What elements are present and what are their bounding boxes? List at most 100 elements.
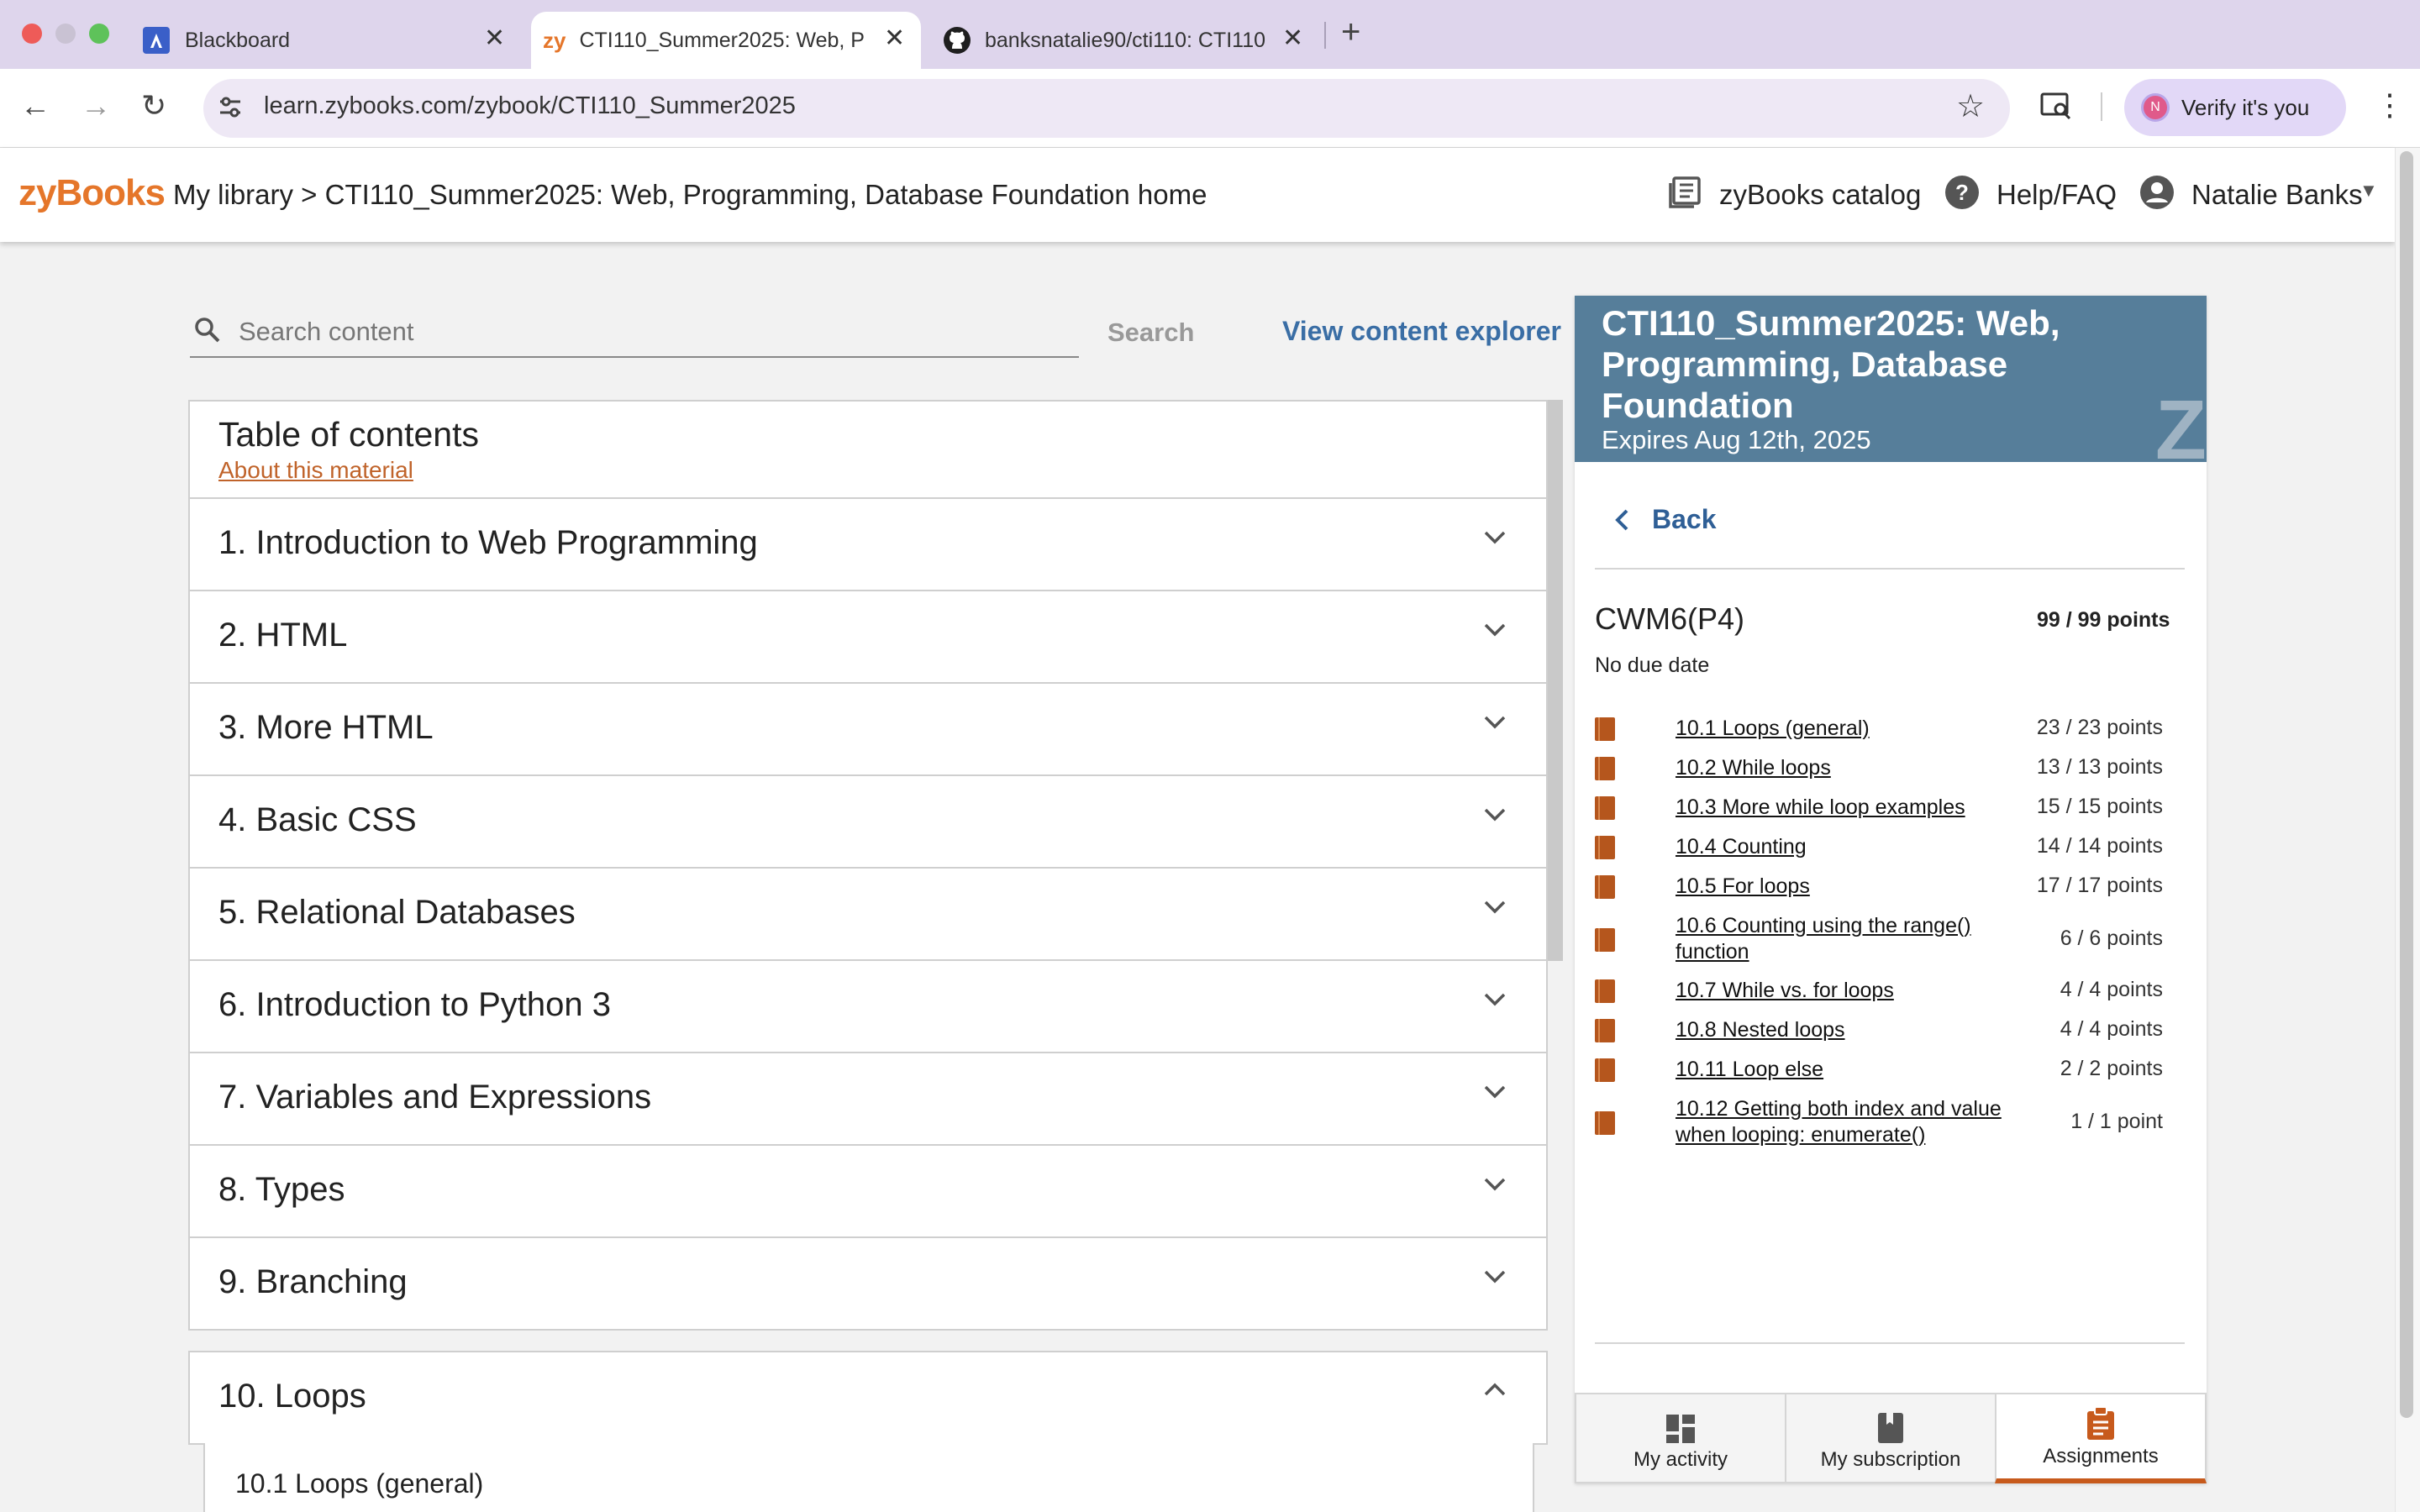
book-icon	[1595, 796, 1615, 820]
user-menu-label[interactable]: Natalie Banks	[2191, 179, 2363, 211]
site-settings-icon[interactable]	[217, 94, 244, 121]
assignment-item: 10.7 While vs. for loops 4 / 4 points	[1595, 978, 2186, 1005]
user-account-icon	[2140, 176, 2174, 209]
back-arrow-icon[interactable]: ←	[20, 89, 50, 123]
chapter-row[interactable]: 7. Variables and Expressions	[190, 1053, 1546, 1146]
tab-label: Assignments	[2043, 1445, 2159, 1467]
tab-my-activity[interactable]: My activity	[1575, 1393, 1786, 1483]
chevron-down-icon	[1484, 900, 1506, 914]
chapter-row[interactable]: 2. HTML	[190, 591, 1546, 684]
toc-header: Table of contents About this material	[190, 402, 1546, 499]
section-title: 10.1 Loops (general)	[235, 1468, 484, 1499]
section-points: 1 / 1 point	[2070, 1110, 2163, 1133]
section-link[interactable]: 10.11 Loop else	[1676, 1057, 2028, 1083]
maximize-window-dot[interactable]	[89, 24, 109, 44]
tab-label: banksnatalie90/cti110: CTI110	[985, 28, 1265, 52]
minimize-window-dot[interactable]	[55, 24, 76, 44]
breadcrumb[interactable]: My library > CTI110_Summer2025: Web, Pro…	[173, 179, 1207, 211]
chapter-title: 2. HTML	[218, 617, 348, 654]
zybooks-logo[interactable]: zyBooks	[18, 172, 166, 214]
catalog-books-icon	[1669, 176, 1701, 208]
divider	[1595, 568, 2185, 570]
chevron-down-icon	[1484, 1085, 1506, 1099]
help-link[interactable]: Help/FAQ	[1996, 179, 2117, 211]
content-explorer-link[interactable]: View content explorer	[1282, 316, 1561, 347]
section-link[interactable]: 10.5 For loops	[1676, 874, 2028, 900]
search-input[interactable]	[190, 307, 1079, 358]
toc-scrollbar[interactable]	[1548, 400, 1563, 961]
chapter-title: 3. More HTML	[218, 709, 434, 746]
chapter-row[interactable]: 3. More HTML	[190, 684, 1546, 776]
section-link[interactable]: 10.12 Getting both index and value when …	[1676, 1096, 2028, 1148]
url-text[interactable]: learn.zybooks.com/zybook/CTI110_Summer20…	[264, 92, 796, 120]
section-points: 4 / 4 points	[2060, 1017, 2163, 1041]
section-points: 2 / 2 points	[2060, 1057, 2163, 1080]
assignment-due-date: No due date	[1595, 654, 1710, 677]
chapter-row[interactable]: 6. Introduction to Python 3	[190, 961, 1546, 1053]
user-menu-caret-icon[interactable]: ▼	[2360, 180, 2378, 202]
browser-menu-icon[interactable]: ⋮	[2375, 87, 2405, 123]
tab-blackboard[interactable]: Blackboard ✕	[134, 12, 521, 69]
verify-identity-button[interactable]: N Verify it's you	[2124, 79, 2346, 136]
book-icon	[1595, 717, 1615, 741]
chapter-row[interactable]: 1. Introduction to Web Programming	[190, 499, 1546, 591]
svg-text:?: ?	[1955, 180, 1969, 205]
tab-divider	[1324, 22, 1326, 49]
course-title: CTI110_Summer2025: Web, Programming, Dat…	[1602, 303, 2060, 425]
tab-label: My activity	[1633, 1448, 1728, 1471]
chevron-left-icon	[1615, 509, 1628, 530]
zybooks-favicon-icon: zy	[543, 27, 566, 53]
section-link[interactable]: 10.6 Counting using the range() function	[1676, 913, 2028, 965]
page-scrollbar-thumb[interactable]	[2400, 151, 2413, 1418]
section-points: 6 / 6 points	[2060, 927, 2163, 950]
chapter-row[interactable]: 4. Basic CSS	[190, 776, 1546, 869]
section-row[interactable]: 10.1 Loops (general)	[203, 1443, 1534, 1512]
tab-zybooks[interactable]: zy CTI110_Summer2025: Web, P ✕	[531, 12, 921, 69]
reload-icon[interactable]: ↻	[141, 89, 166, 123]
close-tab-icon[interactable]: ✕	[484, 24, 505, 53]
section-link[interactable]: 10.8 Nested loops	[1676, 1017, 2028, 1043]
section-link[interactable]: 10.4 Counting	[1676, 834, 2028, 860]
section-link[interactable]: 10.7 While vs. for loops	[1676, 978, 2028, 1004]
tab-github[interactable]: banksnatalie90/cti110: CTI110 ✕	[933, 12, 1319, 69]
section-points: 13 / 13 points	[2036, 755, 2163, 779]
assignment-item: 10.1 Loops (general) 23 / 23 points	[1595, 716, 2186, 743]
blackboard-favicon-icon	[143, 27, 170, 54]
catalog-link[interactable]: zyBooks catalog	[1719, 179, 1921, 211]
assignment-item: 10.11 Loop else 2 / 2 points	[1595, 1057, 2186, 1084]
assignment-item: 10.4 Counting 14 / 14 points	[1595, 834, 2186, 861]
chapter-title: 1. Introduction to Web Programming	[218, 524, 758, 561]
course-expiry: Expires Aug 12th, 2025	[1602, 425, 1871, 454]
tab-my-subscription[interactable]: My subscription	[1785, 1393, 1996, 1483]
chapter-row-expanded[interactable]: 10. Loops	[188, 1351, 1548, 1445]
back-button[interactable]: Back	[1613, 504, 1717, 535]
book-icon	[1595, 836, 1615, 859]
tab-assignments[interactable]: Assignments	[1995, 1393, 2207, 1483]
about-material-link[interactable]: About this material	[218, 457, 413, 484]
section-link[interactable]: 10.1 Loops (general)	[1676, 716, 2028, 742]
close-window-dot[interactable]	[22, 24, 42, 44]
search-button[interactable]: Search	[1107, 318, 1194, 348]
chapter-row[interactable]: 8. Types	[190, 1146, 1546, 1238]
close-tab-icon[interactable]: ✕	[884, 24, 905, 53]
dashboard-icon	[1666, 1415, 1695, 1443]
divider	[1595, 1342, 2185, 1344]
profile-avatar: N	[2141, 93, 2170, 122]
chapter-row[interactable]: 5. Relational Databases	[190, 869, 1546, 961]
book-icon	[1595, 979, 1615, 1003]
tab-search-icon[interactable]	[2040, 92, 2072, 121]
new-tab-icon[interactable]: +	[1341, 13, 1360, 51]
chevron-down-icon	[1484, 531, 1506, 544]
section-link[interactable]: 10.2 While loops	[1676, 755, 2028, 781]
chapter-row[interactable]: 9. Branching	[190, 1238, 1546, 1331]
search-icon	[195, 318, 220, 343]
assignment-item: 10.6 Counting using the range() function…	[1595, 913, 2186, 965]
zybooks-z-watermark: Z	[2154, 383, 2207, 462]
bookmark-star-icon[interactable]: ☆	[1956, 87, 1985, 125]
tab-label: CTI110_Summer2025: Web, P	[579, 28, 865, 52]
chapter-title: 9. Branching	[218, 1263, 408, 1300]
section-link[interactable]: 10.3 More while loop examples	[1676, 795, 2028, 821]
forward-arrow-icon[interactable]: →	[81, 89, 111, 123]
section-points: 14 / 14 points	[2036, 834, 2163, 858]
close-tab-icon[interactable]: ✕	[1282, 24, 1303, 53]
